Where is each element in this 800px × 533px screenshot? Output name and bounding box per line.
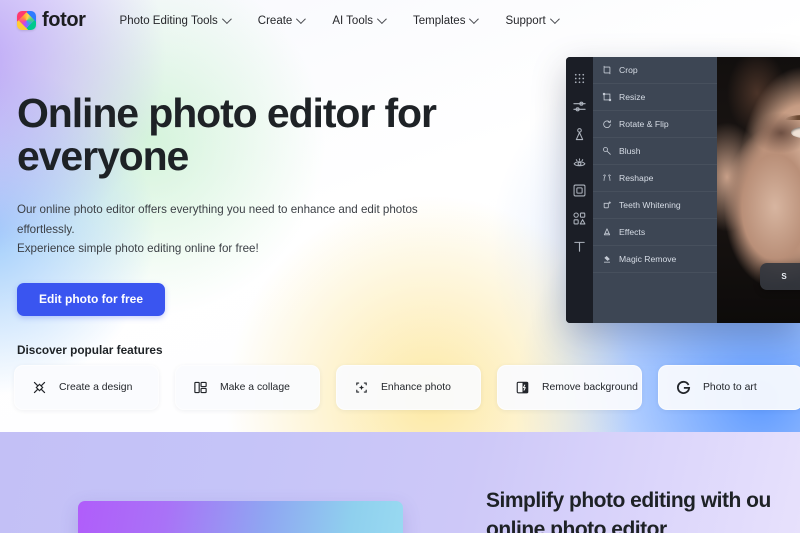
bottom-heading-line-2: online photo editor: [486, 518, 667, 533]
bottom-section-heading: Simplify photo editing with ou online ph…: [486, 486, 771, 533]
editor-tool-panel: Crop Resize Rotate & Flip Blush Reshape …: [593, 57, 717, 323]
page-root: fotor Photo Editing Tools Create AI Tool…: [0, 0, 800, 533]
nav-label: Templates: [413, 14, 466, 27]
feature-card-enhance-photo[interactable]: Enhance photo: [336, 365, 481, 410]
photo-overlay-button[interactable]: S: [760, 263, 800, 290]
hero-content: Online photo editor for everyone Our onl…: [17, 92, 477, 316]
chevron-down-icon: [221, 14, 232, 25]
edit-photo-for-free-button[interactable]: Edit photo for free: [17, 282, 165, 316]
crop-icon: [602, 65, 612, 75]
magic-remove-icon: [602, 254, 612, 264]
tool-label: Effects: [619, 227, 646, 237]
tool-label: Teeth Whitening: [619, 200, 681, 210]
feature-label: Make a collage: [220, 382, 290, 393]
editor-mockup: Crop Resize Rotate & Flip Blush Reshape …: [566, 57, 800, 323]
tool-label: Reshape: [619, 173, 654, 183]
sliders-adjust-icon[interactable]: [572, 99, 587, 114]
hero-subtext-line-1: Our online photo editor offers everythin…: [17, 203, 418, 236]
remove-background-icon: [515, 380, 530, 395]
frame-border-icon[interactable]: [572, 183, 587, 198]
hero-subtext: Our online photo editor offers everythin…: [17, 200, 477, 259]
tool-label: Rotate & Flip: [619, 119, 669, 129]
chevron-down-icon: [549, 14, 560, 25]
person-body-icon[interactable]: [572, 127, 587, 142]
nav-links: Photo Editing Tools Create AI Tools Temp…: [119, 14, 586, 27]
chevron-down-icon: [296, 14, 307, 25]
grid-dots-icon[interactable]: [572, 71, 587, 86]
teeth-whitening-icon: [602, 200, 612, 210]
feature-card-remove-background[interactable]: Remove background: [497, 365, 642, 410]
resize-icon: [602, 92, 612, 102]
page-title: Online photo editor for everyone: [17, 90, 437, 179]
bottom-heading-line-1: Simplify photo editing with ou: [486, 489, 771, 512]
tool-label: Crop: [619, 65, 638, 75]
effects-icon: [602, 227, 612, 237]
nav-label: Create: [257, 14, 293, 27]
nav-item-ai-tools[interactable]: AI Tools: [332, 14, 387, 27]
nav-label: Support: [505, 14, 546, 27]
shapes-elements-icon[interactable]: [572, 211, 587, 226]
popular-features-list: Create a design Make a collage Enhance p…: [14, 365, 800, 410]
tool-row-blush[interactable]: Blush: [593, 138, 717, 165]
tool-row-crop[interactable]: Crop: [593, 57, 717, 84]
tool-row-teeth-whitening[interactable]: Teeth Whitening: [593, 192, 717, 219]
features-section-title: Discover popular features: [17, 343, 163, 357]
tool-row-rotate-flip[interactable]: Rotate & Flip: [593, 111, 717, 138]
feature-card-make-a-collage[interactable]: Make a collage: [175, 365, 320, 410]
chevron-down-icon: [376, 14, 387, 25]
text-tool-icon[interactable]: [572, 239, 587, 254]
hero-subtext-line-2: Experience simple photo editing online f…: [17, 242, 259, 255]
nav-label: AI Tools: [332, 14, 374, 27]
tool-label: Magic Remove: [619, 254, 677, 264]
editor-preview-photo: S: [717, 57, 800, 323]
rotate-icon: [602, 119, 612, 129]
collage-icon: [193, 380, 208, 395]
fotor-color-square-logo-icon: [17, 11, 36, 30]
feature-label: Enhance photo: [381, 382, 451, 393]
nav-label: Photo Editing Tools: [119, 14, 218, 27]
nav-item-create[interactable]: Create: [257, 14, 307, 27]
tool-row-reshape[interactable]: Reshape: [593, 165, 717, 192]
navbar: fotor Photo Editing Tools Create AI Tool…: [0, 0, 800, 41]
create-design-icon: [32, 380, 47, 395]
gradient-editor-preview-card: [78, 501, 403, 533]
nav-item-support[interactable]: Support: [505, 14, 560, 27]
tool-row-effects[interactable]: Effects: [593, 219, 717, 246]
hero-section: fotor Photo Editing Tools Create AI Tool…: [0, 0, 800, 432]
chevron-down-icon: [469, 14, 480, 25]
tool-label: Resize: [619, 92, 646, 102]
tool-row-magic-remove[interactable]: Magic Remove: [593, 246, 717, 273]
reshape-icon: [602, 173, 612, 183]
tool-label: Blush: [619, 146, 641, 156]
feature-label: Create a design: [59, 382, 133, 393]
feature-card-photo-to-art[interactable]: Photo to art: [658, 365, 800, 410]
logo[interactable]: fotor: [17, 9, 86, 32]
nav-item-templates[interactable]: Templates: [413, 14, 480, 27]
eye-retouch-icon[interactable]: [572, 155, 587, 170]
logo-text: fotor: [42, 9, 86, 31]
enhance-photo-icon: [354, 380, 369, 395]
blush-icon: [602, 146, 612, 156]
feature-label: Photo to art: [703, 382, 757, 393]
nav-item-photo-editing-tools[interactable]: Photo Editing Tools: [119, 14, 232, 27]
feature-card-create-a-design[interactable]: Create a design: [14, 365, 159, 410]
editor-left-rail: [566, 57, 593, 323]
photo-to-art-icon: [676, 380, 691, 395]
feature-label: Remove background: [542, 382, 638, 393]
tool-row-resize[interactable]: Resize: [593, 84, 717, 111]
